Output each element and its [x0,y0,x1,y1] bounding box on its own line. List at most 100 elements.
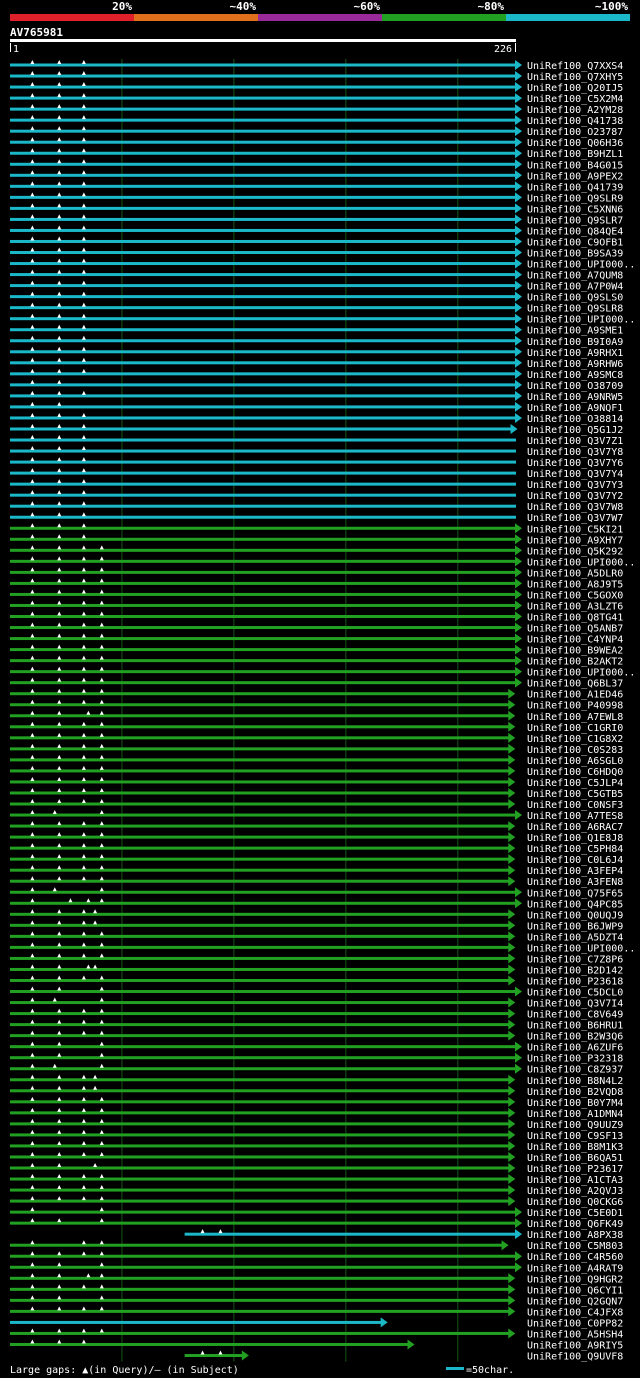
hit-bar [10,394,516,398]
gap-marker [81,148,86,153]
ruler-tick-end [515,43,516,52]
hit-arrow [515,302,522,313]
hit-arrow [508,997,516,1008]
hit-arrow [515,280,522,291]
hit-arrow [508,787,516,798]
gap-marker [57,137,62,142]
hit-bar [10,482,516,486]
gap-marker [57,523,62,528]
gap-marker [57,435,62,440]
gap-marker [30,677,35,682]
gap-marker [30,666,35,671]
hit-label: UniRef100_Q9SLR8 [527,304,623,315]
gap-marker [30,854,35,859]
hit-bar [10,471,516,475]
gap-marker [81,170,86,175]
gap-marker [99,721,104,726]
hit-label: UniRef100_B9WEA2 [527,646,623,657]
hit-label: UniRef100_Q9SLS0 [527,293,623,304]
gap-marker [86,898,91,903]
gap-marker [57,710,62,715]
gap-marker [30,931,35,936]
gap-marker [99,600,104,605]
gap-marker [57,1129,62,1134]
gap-marker [81,192,86,197]
alignment-row: UniRef100_A2QVJ3 [10,1185,623,1197]
gap-marker [30,545,35,550]
scale-label: ~60% [354,0,381,13]
gap-marker [30,754,35,759]
hit-label: UniRef100_B2D142 [527,965,623,976]
hit-label: UniRef100_Q3V7Y3 [527,480,623,491]
ruler-end-label: 226 [494,44,512,55]
gap-marker [57,269,62,274]
hit-label: UniRef100_C5JLP4 [527,778,623,789]
gap-marker [81,357,86,362]
alignment-row: UniRef100_Q3V7W8 [10,501,623,513]
gap-marker [99,567,104,572]
gap-marker [57,258,62,263]
hit-arrow [515,677,522,688]
scale-segment [382,14,506,21]
hit-bar [10,890,516,894]
gap-marker [30,192,35,197]
hit-bar [10,681,516,685]
hit-label: UniRef100_A2YM28 [527,105,623,116]
gap-marker [99,898,104,903]
hit-bar [10,140,516,144]
gap-marker [81,876,86,881]
hit-bar [10,306,516,310]
gap-marker [30,721,35,726]
gap-marker [30,1207,35,1212]
hit-bar [10,1265,516,1269]
gap-marker [57,159,62,164]
alignment-row: UniRef100_C4R560 [10,1251,623,1263]
gap-marker [81,699,86,704]
gap-marker [81,159,86,164]
hit-arrow [515,60,522,70]
hit-arrow [515,556,522,567]
gap-marker [30,898,35,903]
hit-label: UniRef100_A6ZUF6 [527,1043,623,1054]
gap-marker [99,787,104,792]
hit-arrow [515,898,522,909]
hit-bar [10,217,516,221]
gap-marker [99,1174,104,1179]
gap-marker [81,479,86,484]
alignment-row: UniRef100_A1ED46 [10,688,623,701]
alignment-row: UniRef100_B9SA39 [10,247,623,260]
hit-arrow [508,964,516,975]
gap-marker [99,1030,104,1035]
alignment-row: UniRef100_C9SF13 [10,1129,623,1142]
gap-marker [57,1218,62,1223]
gap-marker [30,490,35,495]
alignment-row: UniRef100_Q9SLR8 [10,302,623,315]
gap-marker [30,60,35,64]
gap-marker [57,324,62,329]
hit-bar [10,559,516,563]
alignment-row: UniRef100_B4G015 [10,159,623,171]
alignment-row: UniRef100_Q5K292 [10,545,623,557]
hit-arrow [515,655,522,666]
gap-marker [57,512,62,517]
hit-label: UniRef100_B0Y7M4 [527,1098,623,1109]
gap-marker [99,1118,104,1123]
hit-arrow [508,688,516,699]
gap-marker [57,942,62,947]
gap-marker [99,1240,104,1245]
gap-marker [30,291,35,296]
hit-arrow [508,721,516,732]
hit-bar [10,416,516,420]
hit-arrow [508,1328,516,1339]
gap-marker [81,512,86,517]
gap-marker [57,247,62,252]
hit-label: UniRef100_Q3V7Y6 [527,458,623,469]
gap-marker [57,148,62,153]
gap-marker [30,368,35,373]
gap-marker [81,865,86,870]
gap-marker [99,644,104,649]
hit-arrow [508,1140,516,1151]
gap-marker [30,214,35,219]
hit-bar [10,63,516,67]
hit-label: UniRef100_P23617 [527,1164,623,1175]
